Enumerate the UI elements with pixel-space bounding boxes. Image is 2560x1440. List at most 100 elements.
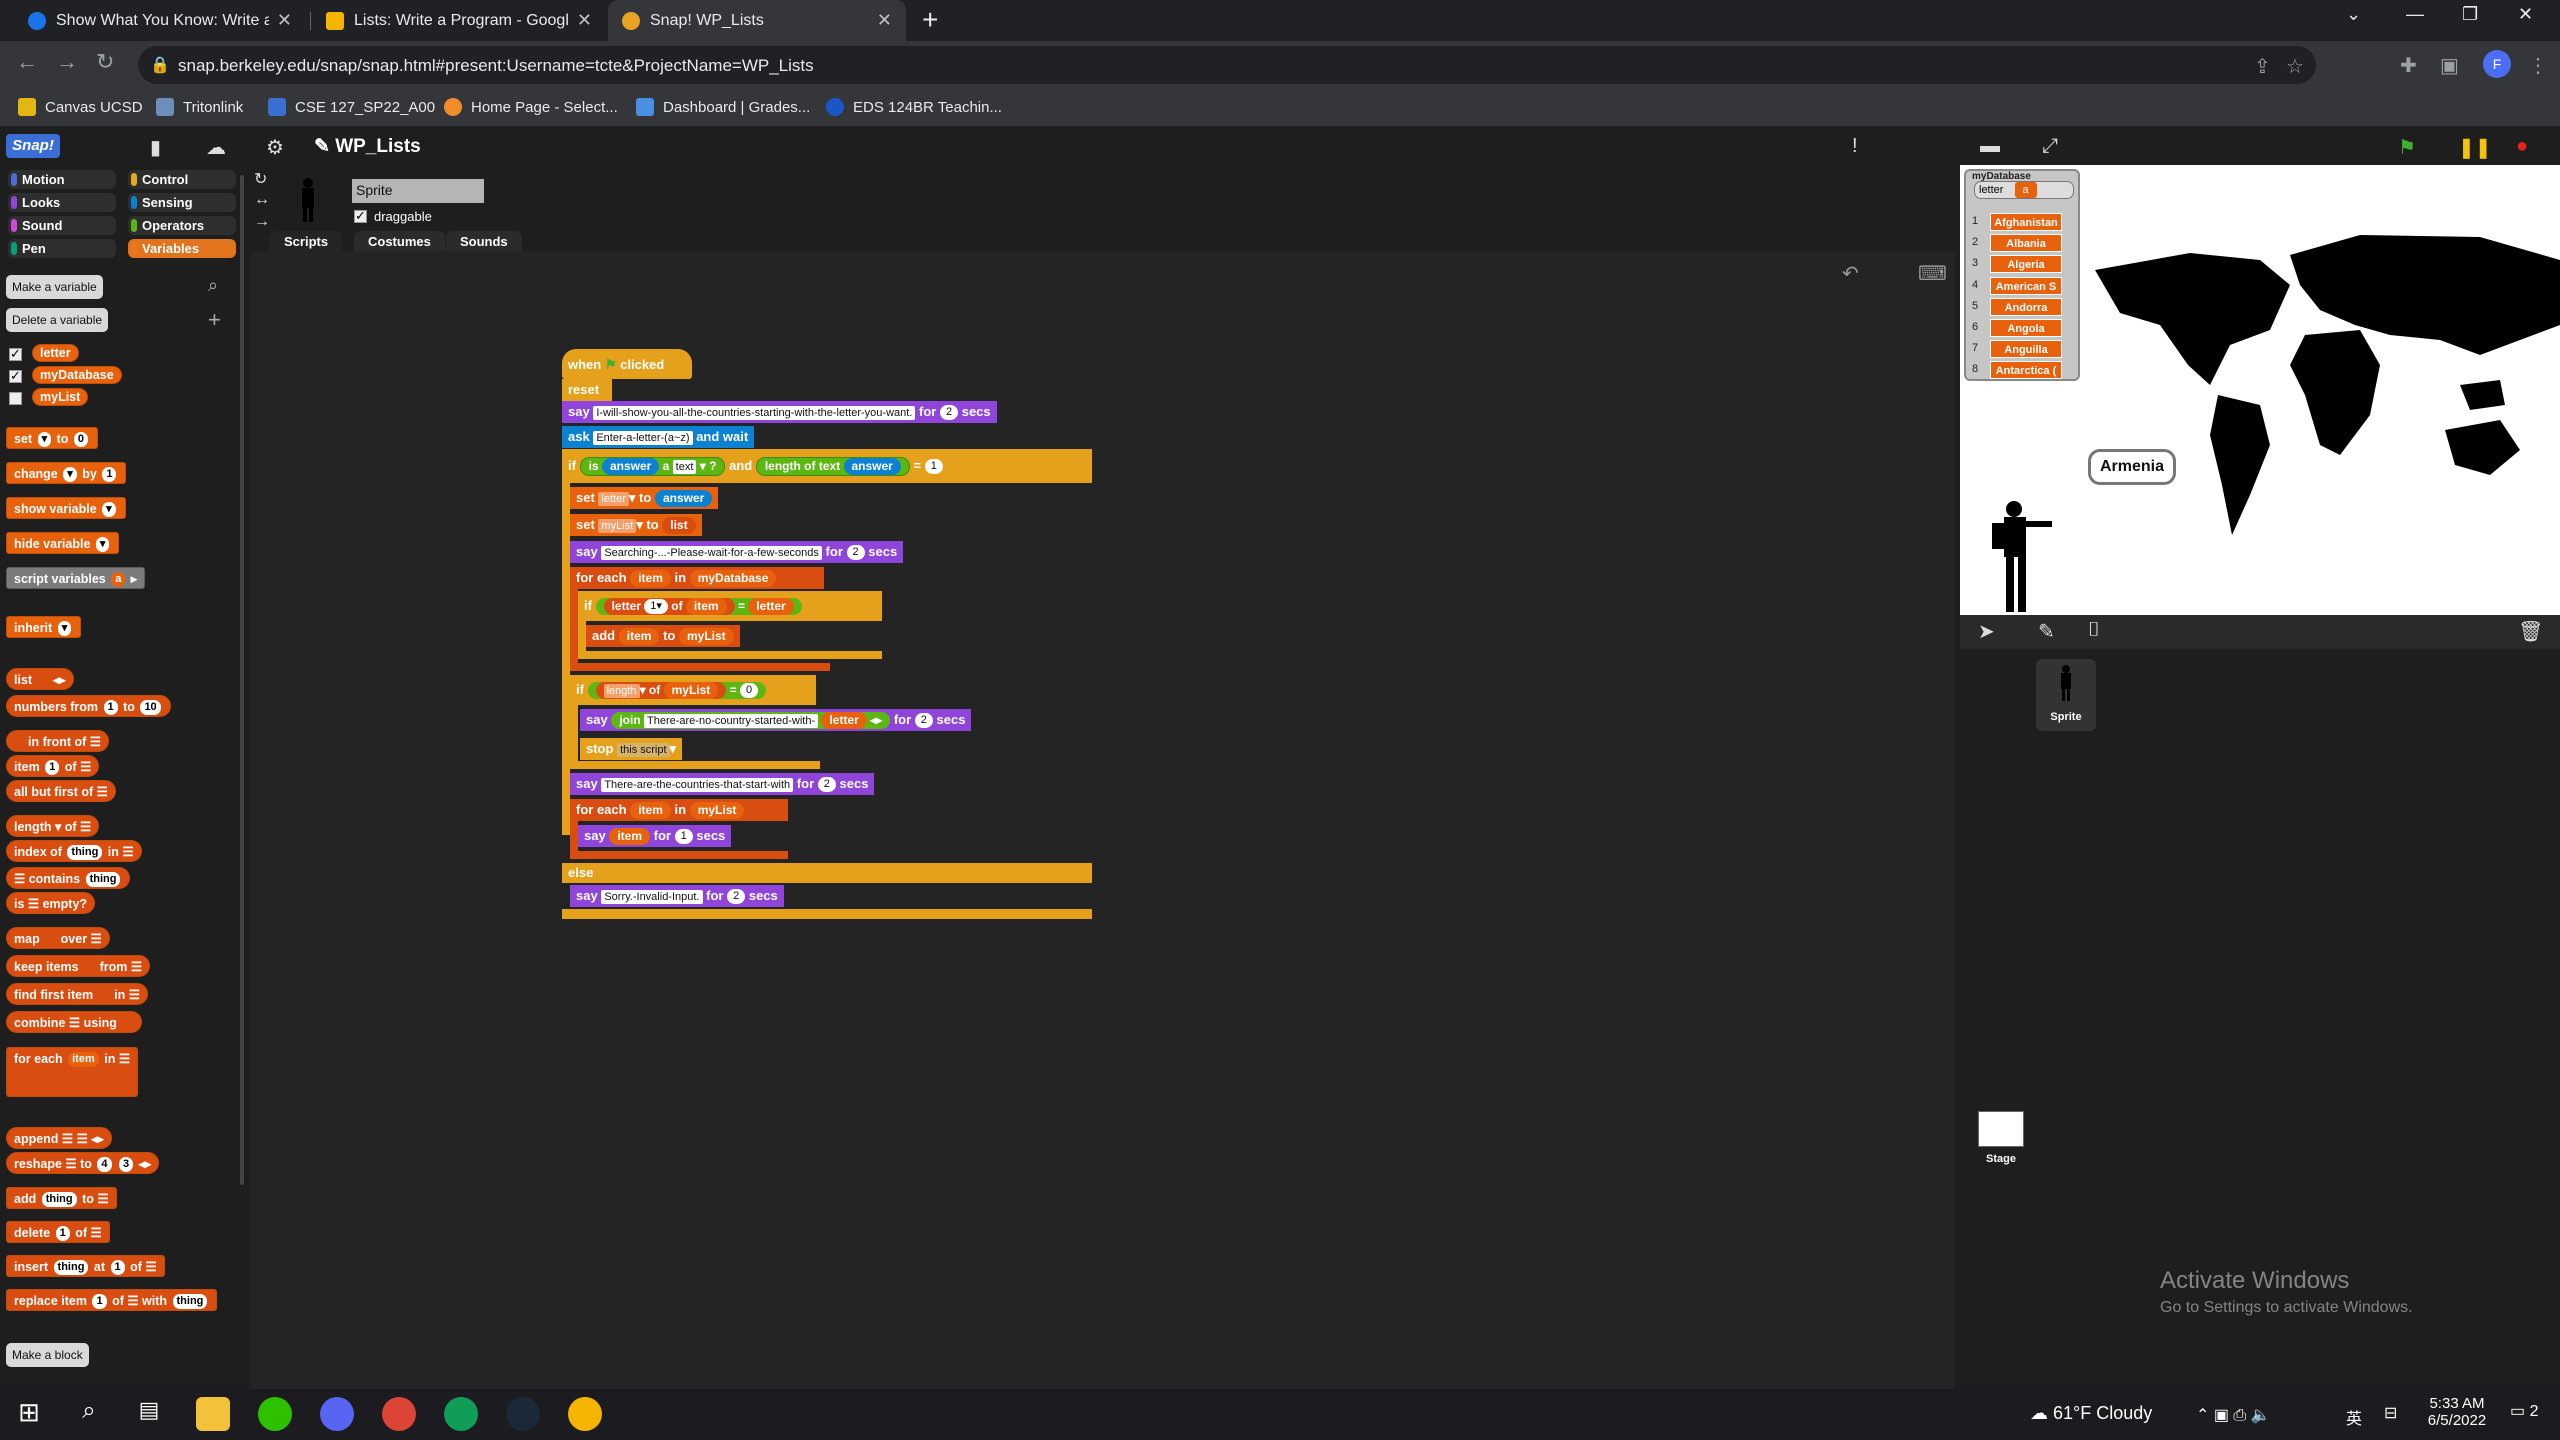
green-flag-icon[interactable]: ⚑ bbox=[2398, 135, 2416, 160]
bookmark-item[interactable]: Canvas UCSD bbox=[18, 98, 143, 116]
block-for-each[interactable]: for each item in ☰ bbox=[6, 1047, 139, 1097]
tab-scripts[interactable]: Scripts bbox=[270, 231, 343, 253]
browser-tab-3-active[interactable]: Snap! WP_Lists ✕ bbox=[608, 0, 906, 41]
forward-icon[interactable]: → bbox=[56, 49, 78, 75]
search-icon[interactable]: ⌕ bbox=[72, 1397, 106, 1431]
set-block[interactable]: set myList ▾ to list bbox=[570, 514, 702, 536]
block-set[interactable]: set ▾ to 0 bbox=[6, 427, 98, 449]
chrome-profile-icon[interactable] bbox=[444, 1397, 478, 1431]
block-show-variable[interactable]: show variable ▾ bbox=[6, 497, 126, 519]
weather-widget[interactable]: ☁ 61°F Cloudy bbox=[2030, 1403, 2152, 1424]
browser-tab-2[interactable]: Lists: Write a Program - Google S ✕ bbox=[312, 0, 606, 41]
block-all-but-first[interactable]: all but first of ☰ bbox=[6, 780, 116, 802]
keyboard-icon[interactable]: ⌨ bbox=[1918, 261, 1947, 286]
category-sound[interactable]: Sound bbox=[8, 216, 116, 235]
say-block[interactable]: say item for 1 secs bbox=[578, 825, 732, 847]
bookmark-item[interactable]: Home Page - Select... bbox=[444, 98, 618, 116]
close-tab-icon[interactable]: ✕ bbox=[277, 10, 292, 31]
block-map[interactable]: map over ☰ bbox=[6, 927, 110, 949]
stage-corral-item[interactable]: Stage bbox=[1966, 1111, 2026, 1167]
block-delete[interactable]: delete 1 of ☰ bbox=[6, 1221, 110, 1243]
cloud-icon[interactable]: ☁ bbox=[206, 135, 226, 160]
say-block[interactable]: say Sorry.-Invalid-Input. for 2 secs bbox=[570, 885, 784, 907]
block-numbers-from[interactable]: numbers from 1 to 10 bbox=[6, 695, 171, 717]
close-tab-icon[interactable]: ✕ bbox=[877, 10, 892, 31]
task-view-icon[interactable]: ▤ bbox=[132, 1397, 166, 1431]
close-window-icon[interactable]: ✕ bbox=[2518, 4, 2533, 25]
block-item-of[interactable]: item 1 of ☰ bbox=[6, 755, 100, 777]
notification-icon[interactable]: ▭ 2 bbox=[2510, 1401, 2538, 1421]
tab-sounds[interactable]: Sounds bbox=[446, 231, 522, 253]
profile-avatar[interactable]: F bbox=[2483, 50, 2511, 78]
trash-icon[interactable]: 🗑 bbox=[2518, 619, 2543, 644]
category-looks[interactable]: Looks bbox=[8, 193, 116, 212]
rotation-style-icon[interactable]: ↻ bbox=[254, 169, 267, 189]
bookmark-star-icon[interactable]: ☆ bbox=[2286, 54, 2304, 79]
block-keep-items[interactable]: keep items from ☰ bbox=[6, 955, 151, 977]
category-motion[interactable]: Motion bbox=[8, 170, 116, 189]
ask-block[interactable]: ask Enter-a-letter-(a~z) and wait bbox=[562, 426, 755, 448]
when-flag-clicked-hat[interactable]: when ⚑ clicked bbox=[562, 349, 692, 379]
input-language[interactable]: 英 bbox=[2346, 1405, 2362, 1429]
block-combine[interactable]: combine ☰ using bbox=[6, 1011, 143, 1033]
category-control[interactable]: Control bbox=[128, 170, 236, 189]
wechat-icon[interactable] bbox=[258, 1397, 292, 1431]
tab-costumes[interactable]: Costumes bbox=[354, 231, 445, 253]
block-in-front-of[interactable]: in front of ☰ bbox=[6, 730, 110, 752]
variable-mydatabase[interactable]: myDatabase bbox=[32, 366, 122, 384]
chrome-active-icon[interactable] bbox=[568, 1397, 602, 1431]
category-pen[interactable]: Pen bbox=[8, 239, 116, 258]
block-contains[interactable]: ☰ contains thing bbox=[6, 867, 131, 889]
if-block[interactable]: if length ▾ of myList = 0 bbox=[570, 675, 816, 705]
block-hide-variable[interactable]: hide variable ▾ bbox=[6, 532, 120, 554]
sprite-corral-item[interactable]: Sprite bbox=[2036, 659, 2096, 731]
block-change[interactable]: change ▾ by 1 bbox=[6, 462, 127, 484]
browser-tab-1[interactable]: Show What You Know: Write and ✕ bbox=[14, 0, 306, 41]
file-icon[interactable]: ▮ bbox=[150, 135, 161, 160]
stage[interactable]: Armenia myDatabase letter a 1 Afghanistan… bbox=[1960, 165, 2560, 615]
sprite-name-field[interactable]: Sprite bbox=[352, 179, 484, 203]
add-block-icon[interactable]: + bbox=[208, 307, 221, 333]
tray-icons[interactable]: ⌃ ▣ ⎙ 🔈 bbox=[2196, 1405, 2271, 1425]
fullscreen-icon[interactable]: ⤢ bbox=[2042, 135, 2058, 158]
restore-icon[interactable]: ❐ bbox=[2462, 4, 2478, 25]
variable-checkbox[interactable] bbox=[9, 392, 22, 405]
variable-letter[interactable]: letter bbox=[32, 344, 79, 362]
rotation-none-icon[interactable]: → bbox=[254, 213, 270, 231]
paintbrush-icon[interactable]: ✎ bbox=[2038, 619, 2055, 644]
block-script-variables[interactable]: script variables a ▸ bbox=[6, 567, 146, 589]
if-block[interactable]: if letter 1▾ of item = letter bbox=[578, 591, 882, 621]
delete-variable-button[interactable]: Delete a variable bbox=[6, 308, 109, 332]
mydatabase-watcher[interactable]: myDatabase letter a 1 Afghanistan 2 Albania… bbox=[1964, 169, 2080, 381]
category-sensing[interactable]: Sensing bbox=[128, 193, 236, 212]
keyboard-entry-icon[interactable]: ! bbox=[1852, 135, 1858, 158]
say-block[interactable]: say Searching-...-Please-wait-for-a-few-… bbox=[570, 541, 904, 563]
snap-logo[interactable]: Snap! bbox=[6, 134, 60, 158]
stop-block[interactable]: stop this script ▾ bbox=[580, 738, 683, 760]
camera-icon[interactable]: ⌷ bbox=[2088, 619, 2100, 642]
undo-icon[interactable]: ↶ bbox=[1842, 261, 1859, 286]
block-list[interactable]: list ◂▸ bbox=[6, 668, 74, 690]
set-block[interactable]: set letter ▾ to answer bbox=[570, 487, 719, 509]
variable-mylist[interactable]: myList bbox=[32, 388, 89, 406]
pause-icon[interactable]: ❚❚ bbox=[2458, 135, 2492, 160]
reset-block[interactable]: reset bbox=[562, 379, 612, 401]
for-each-block[interactable]: for each item in myList bbox=[570, 799, 788, 821]
steam-icon[interactable] bbox=[506, 1397, 540, 1431]
close-tab-icon[interactable]: ✕ bbox=[577, 10, 592, 31]
minimize-icon[interactable]: — bbox=[2406, 4, 2424, 25]
keyboard-layout-icon[interactable]: ⊟ bbox=[2384, 1403, 2397, 1423]
reload-icon[interactable]: ↻ bbox=[96, 49, 114, 75]
stage-size-icon[interactable]: ▬ bbox=[1980, 135, 2000, 158]
bookmark-item[interactable]: EDS 124BR Teachin... bbox=[826, 98, 1002, 116]
file-explorer-icon[interactable] bbox=[196, 1397, 230, 1431]
category-operators[interactable]: Operators bbox=[128, 216, 236, 235]
palette-scrollbar[interactable] bbox=[240, 175, 244, 1185]
side-panel-icon[interactable]: ▣ bbox=[2440, 53, 2459, 78]
share-icon[interactable]: ⇪ bbox=[2254, 54, 2271, 79]
chrome-icon[interactable] bbox=[382, 1397, 416, 1431]
extensions-icon[interactable]: ✚ bbox=[2400, 53, 2417, 78]
back-icon[interactable]: ← bbox=[16, 49, 38, 75]
block-inherit[interactable]: inherit ▾ bbox=[6, 616, 82, 638]
make-block-button[interactable]: Make a block bbox=[6, 1343, 89, 1367]
